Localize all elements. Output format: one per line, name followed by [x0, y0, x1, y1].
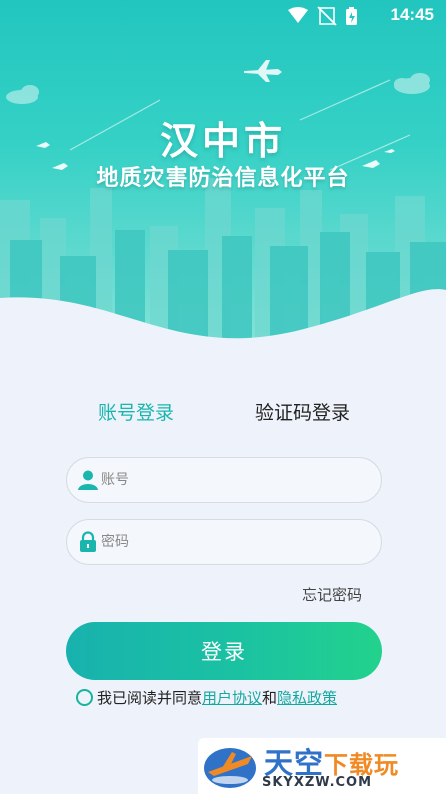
account-input[interactable]	[101, 458, 371, 502]
status-bar: 14:45	[0, 0, 446, 30]
status-icons	[288, 6, 357, 26]
page-title: 汉中市	[159, 119, 286, 163]
wifi-icon	[288, 7, 308, 23]
page-subtitle: 地质灾害防治信息化平台	[96, 166, 350, 191]
tab-code-login[interactable]: 验证码登录	[255, 398, 350, 425]
agreement-row: 我已阅读并同意用户协议和隐私政策	[76, 687, 337, 708]
watermark: 天空下载玩 SKYXZW.COM	[198, 738, 446, 794]
forgot-password-link[interactable]: 忘记密码	[302, 584, 362, 605]
privacy-policy-link[interactable]: 隐私政策	[277, 689, 337, 707]
user-agreement-link[interactable]: 用户协议	[202, 689, 262, 707]
hero-banner: 14:45 汉中市 地质灾害防治信息化平台	[0, 0, 446, 360]
login-button[interactable]: 登录	[66, 622, 382, 680]
agreement-and: 和	[262, 689, 278, 707]
password-field[interactable]	[66, 519, 382, 565]
watermark-logo-icon	[204, 748, 256, 788]
account-field[interactable]	[66, 457, 382, 503]
lock-icon	[80, 531, 96, 552]
tab-account-login[interactable]: 账号登录	[98, 398, 174, 425]
watermark-url: SKYXZW.COM	[262, 775, 373, 790]
status-time: 14:45	[390, 5, 434, 24]
agreement-prefix: 我已阅读并同意	[97, 689, 203, 707]
agreement-checkbox[interactable]	[76, 689, 93, 706]
user-icon	[78, 470, 98, 490]
password-input[interactable]	[101, 520, 371, 564]
